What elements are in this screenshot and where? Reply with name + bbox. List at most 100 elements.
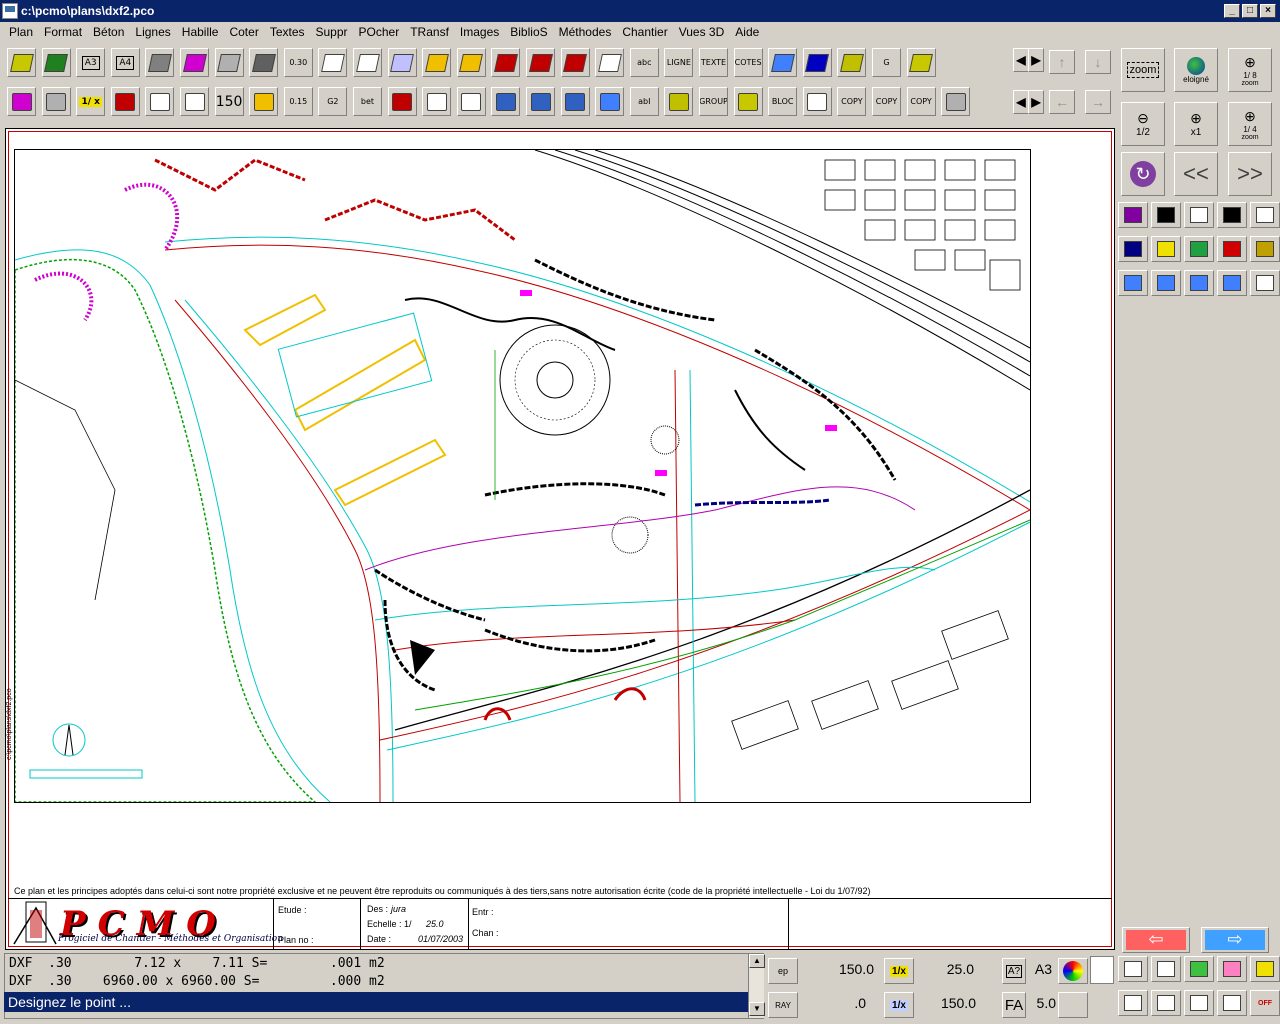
slab-icon[interactable] <box>526 87 555 116</box>
menu-item-15[interactable]: Aide <box>730 25 765 39</box>
g-icon[interactable]: G <box>872 48 901 77</box>
snap-pink-button[interactable] <box>1217 956 1247 982</box>
command-scrollbar[interactable]: ▲ ▼ <box>748 954 765 1018</box>
scale2-button[interactable]: 1/x <box>884 992 914 1018</box>
menu-item-14[interactable]: Vues 3D <box>674 25 731 39</box>
menu-item-5[interactable]: Coter <box>224 25 264 39</box>
move-icon[interactable] <box>802 48 832 77</box>
arrow-up-button[interactable]: ↑ <box>1049 50 1075 74</box>
window2-icon[interactable] <box>422 87 452 116</box>
fill-icon[interactable] <box>180 48 209 77</box>
previous-view-button[interactable]: << <box>1174 152 1218 196</box>
dim-rotate-icon[interactable] <box>560 87 590 116</box>
save-as-icon[interactable] <box>41 48 71 77</box>
a3-icon[interactable]: A3 <box>76 48 106 77</box>
zoom-eighth-button[interactable]: ⊕ 1/ 8 zoom <box>1228 48 1272 92</box>
texte-icon[interactable]: TEXTE <box>699 48 728 77</box>
menu-item-8[interactable]: POcher <box>354 25 406 39</box>
menu-item-9[interactable]: TRansf <box>405 25 455 39</box>
scale015-icon[interactable]: 0.15 <box>283 87 313 116</box>
print-icon[interactable] <box>41 87 71 116</box>
zoom-half-button[interactable]: ⊖ 1/2 <box>1121 102 1165 146</box>
menu-item-10[interactable]: Images <box>455 25 505 39</box>
blank-button[interactable] <box>1058 992 1088 1018</box>
text-icon[interactable]: abc <box>629 48 659 77</box>
eraser-icon[interactable] <box>733 87 763 116</box>
nav-left-button[interactable]: ◀ <box>1013 48 1029 72</box>
grid-icon[interactable] <box>837 48 867 77</box>
auto-button[interactable] <box>1184 202 1214 228</box>
copy-icon[interactable]: COPY <box>837 87 867 116</box>
zoom-window-button[interactable]: zoom <box>1121 48 1165 92</box>
menu-item-7[interactable]: Suppr <box>311 25 354 39</box>
cotes-icon[interactable]: COTES <box>733 48 763 77</box>
fill-button[interactable] <box>1217 202 1247 228</box>
dim-vb-button[interactable] <box>1217 270 1247 296</box>
snap-tangent-button[interactable] <box>1217 990 1247 1016</box>
onex-icon[interactable]: 1/ x <box>76 87 106 116</box>
menu-item-0[interactable]: Plan <box>4 25 39 39</box>
abc-abc-icon[interactable] <box>664 87 694 116</box>
bloc-icon[interactable]: BLOC <box>768 87 798 116</box>
arrow-down-button[interactable]: ↓ <box>1085 50 1111 74</box>
menu-item-3[interactable]: Lignes <box>130 25 176 39</box>
building-icon[interactable] <box>249 87 279 116</box>
gear-button[interactable] <box>1250 236 1280 262</box>
green-block-button[interactable] <box>1184 236 1214 262</box>
dim-h-button[interactable] <box>1118 270 1148 296</box>
refresh-icon[interactable] <box>7 87 36 116</box>
snap-line-button[interactable] <box>1151 956 1181 982</box>
minimize-button[interactable]: _ <box>1224 4 1240 18</box>
plus-icon[interactable] <box>941 87 971 116</box>
copy-image-icon[interactable] <box>491 48 521 77</box>
menu-item-2[interactable]: Béton <box>88 25 130 39</box>
yellow-block-button[interactable] <box>1151 236 1181 262</box>
fa-button[interactable]: FA <box>1002 992 1026 1018</box>
menu-item-4[interactable]: Habille <box>177 25 225 39</box>
bar-icon[interactable] <box>456 87 486 116</box>
edit3-icon[interactable] <box>387 87 417 116</box>
scroll-down-button[interactable]: ▼ <box>749 1002 765 1016</box>
line-icon[interactable] <box>318 48 348 77</box>
disk-icon[interactable] <box>526 48 555 77</box>
snap-arc-button[interactable] <box>1250 956 1280 982</box>
edit-icon[interactable] <box>387 48 417 77</box>
nav-right-button[interactable]: ▶ <box>1028 48 1044 72</box>
snap-circle-button[interactable] <box>1184 990 1214 1016</box>
measure-icon[interactable] <box>110 87 140 116</box>
eraser-button[interactable] <box>1250 270 1280 296</box>
edit2-icon[interactable] <box>422 48 452 77</box>
group-icon[interactable]: GROUP <box>699 87 728 116</box>
redraw-button[interactable]: ↻ <box>1121 152 1165 196</box>
color-swatch[interactable] <box>1090 956 1114 984</box>
zoom-quarter-button[interactable]: ⊕ 1/ 4 zoom <box>1228 102 1272 146</box>
fill2-icon[interactable] <box>180 87 209 116</box>
snap-off-button[interactable]: OFF <box>1250 990 1280 1016</box>
zoom-far-button[interactable]: eloigné <box>1174 48 1218 92</box>
menu-item-13[interactable]: Chantier <box>617 25 673 39</box>
snap-grid-button[interactable] <box>1184 956 1214 982</box>
wall-button[interactable] <box>1118 236 1148 262</box>
ligne-icon[interactable]: LIGNE <box>664 48 694 77</box>
page-button[interactable] <box>1250 202 1280 228</box>
a4-icon[interactable]: A4 <box>110 48 140 77</box>
snap-mid-button[interactable] <box>1151 990 1181 1016</box>
red-block-button[interactable] <box>1217 236 1247 262</box>
format-query-button[interactable]: A? <box>1002 958 1026 984</box>
pillar-icon[interactable] <box>802 87 832 116</box>
arrow-left-button[interactable]: ← <box>1049 90 1075 114</box>
ep-button[interactable]: ep <box>768 958 798 984</box>
abi-icon[interactable]: abI <box>629 87 659 116</box>
copy3-icon[interactable]: COPY <box>906 87 936 116</box>
image-icon[interactable] <box>456 48 486 77</box>
maximize-button[interactable]: □ <box>1242 4 1258 18</box>
dim-hb-button[interactable] <box>1184 270 1214 296</box>
menu-item-11[interactable]: BiblioS <box>505 25 553 39</box>
scale150-icon[interactable]: 150 <box>214 87 244 116</box>
bet-icon[interactable]: bet <box>353 87 382 116</box>
scroll-up-button[interactable]: ▲ <box>749 954 765 968</box>
undo-arrow-button[interactable]: ⇦ <box>1122 927 1190 953</box>
dimension-icon[interactable] <box>560 48 590 77</box>
next-view-button[interactable]: >> <box>1228 152 1272 196</box>
arrow-right-button[interactable]: → <box>1085 90 1111 114</box>
